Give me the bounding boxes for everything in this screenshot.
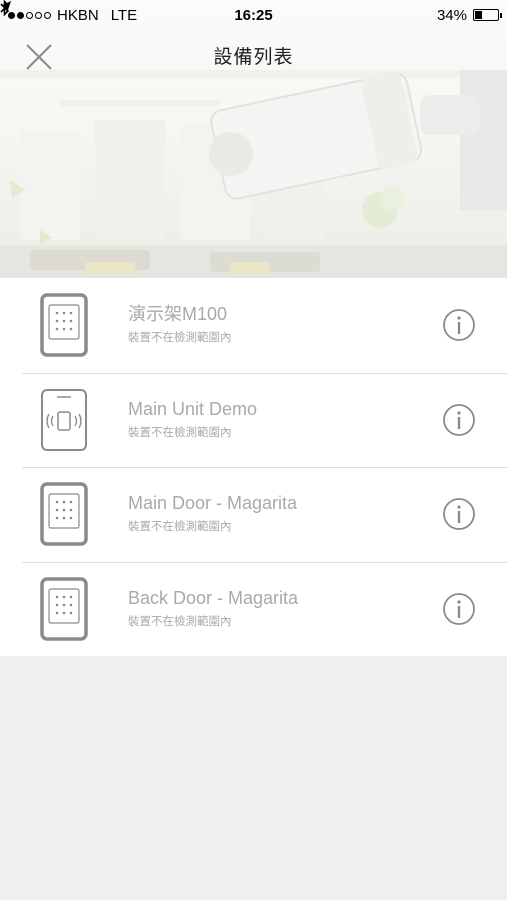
page-title: 設備列表	[213, 47, 294, 68]
device-text: Main Unit Demo 裝置不在檢測範圍內	[128, 398, 257, 440]
info-icon[interactable]	[442, 592, 476, 626]
network-label: LTE	[110, 6, 138, 24]
info-icon[interactable]	[442, 403, 476, 437]
signal-strength-icon	[8, 11, 51, 19]
info-icon[interactable]	[442, 497, 476, 531]
battery-fill	[475, 11, 483, 19]
device-row[interactable]: Back Door - Magarita 裝置不在檢測範圍內	[0, 561, 507, 657]
status-left: HKBN LTE	[8, 7, 137, 24]
bluetooth-icon	[0, 0, 10, 16]
device-row[interactable]: Main Door - Magarita 裝置不在檢測範圍內	[0, 467, 507, 562]
battery-percent: 34%	[436, 6, 467, 24]
battery-icon	[473, 9, 502, 21]
device-status: 裝置不在檢測範圍內	[128, 426, 232, 439]
carrier-label: HKBN	[57, 6, 99, 24]
keypad-device-icon	[40, 293, 88, 357]
nav-bar: 設備列表	[0, 30, 507, 84]
hero-banner: HKBN LTE 16:25 34% 設備列表	[0, 0, 507, 278]
device-status: 裝置不在檢測範圍內	[128, 615, 232, 628]
device-name: Main Unit Demo	[128, 398, 258, 419]
device-list: 演示架M100 裝置不在檢測範圍內 Main Unit Demo 裝置不在檢測範…	[0, 278, 507, 656]
status-right: 34%	[0, 0, 502, 24]
keypad-device-icon	[40, 482, 88, 546]
device-name: Back Door - Magarita	[128, 587, 299, 608]
main-unit-device-icon	[41, 388, 87, 451]
screen: HKBN LTE 16:25 34% 設備列表 演示架M100 裝置不在檢測範圍…	[0, 0, 507, 900]
device-row[interactable]: 演示架M100 裝置不在檢測範圍內	[0, 278, 507, 373]
device-text: Main Door - Magarita 裝置不在檢測範圍內	[128, 492, 297, 534]
info-icon[interactable]	[442, 308, 476, 342]
device-status: 裝置不在檢測範圍內	[128, 521, 232, 533]
status-bar: HKBN LTE 16:25 34%	[0, 0, 507, 30]
device-status: 裝置不在檢測範圍內	[128, 332, 232, 344]
device-name: 演示架M100	[128, 304, 228, 324]
keypad-device-icon	[40, 577, 88, 641]
device-name: Main Door - Magarita	[128, 493, 298, 513]
device-row[interactable]: Main Unit Demo 裝置不在檢測範圍內	[0, 372, 507, 468]
device-text: 演示架M100 裝置不在檢測範圍內	[128, 303, 232, 345]
device-text: Back Door - Magarita 裝置不在檢測範圍內	[128, 587, 298, 629]
